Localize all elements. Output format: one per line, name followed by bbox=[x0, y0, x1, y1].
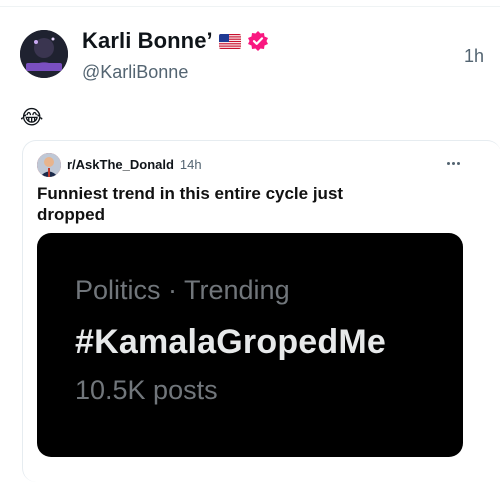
us-flag-icon bbox=[218, 33, 241, 49]
quoted-time: 14h bbox=[179, 157, 202, 172]
avatar-image bbox=[20, 30, 68, 78]
author-handle[interactable]: @KarliBonne bbox=[82, 62, 188, 83]
top-divider bbox=[0, 0, 500, 7]
trend-context: Politics · Trending bbox=[75, 275, 290, 305]
quoted-avatar-image bbox=[37, 153, 61, 177]
quoted-avatar[interactable] bbox=[37, 153, 61, 177]
quoted-title: Funniest trend in this entire cycle just… bbox=[37, 184, 344, 224]
more-options-icon[interactable] bbox=[441, 153, 465, 173]
avatar[interactable] bbox=[20, 30, 68, 78]
quoted-post-card[interactable]: r/AskThe_Donald 14h Funniest trend in th… bbox=[22, 140, 500, 482]
tweet-timestamp[interactable]: 1h bbox=[464, 46, 484, 67]
trend-post-count: 10.5K posts bbox=[75, 375, 218, 405]
tweet-text: 😂 bbox=[20, 107, 44, 129]
quoted-subreddit[interactable]: r/AskThe_Donald bbox=[67, 157, 174, 172]
author-display-name[interactable]: Karli Bonne’ bbox=[82, 28, 213, 54]
quoted-meta: r/AskThe_Donald 14h bbox=[67, 157, 202, 172]
trend-screenshot[interactable]: Politics · Trending #KamalaGropedMe 10.5… bbox=[37, 233, 463, 457]
trend-hashtag: #KamalaGropedMe bbox=[75, 323, 386, 361]
author-name-row: Karli Bonne’ bbox=[82, 28, 269, 54]
verified-badge-icon bbox=[247, 30, 269, 52]
